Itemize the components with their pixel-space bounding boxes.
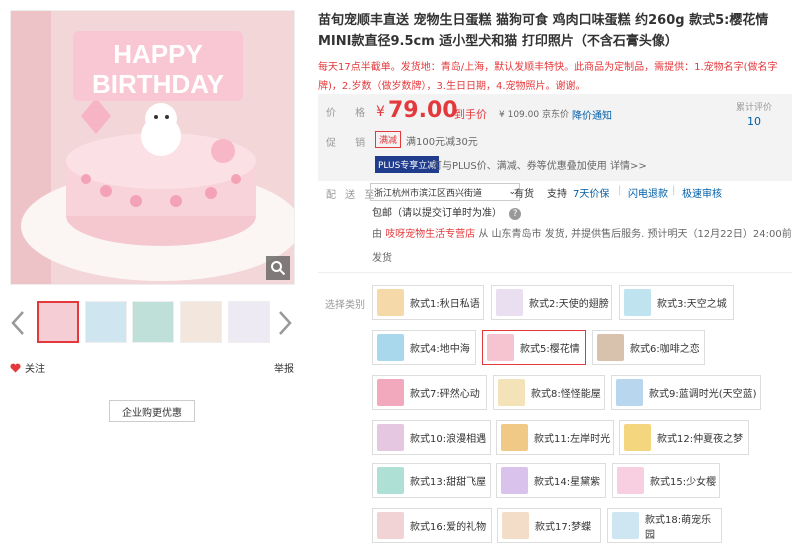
follow-label: 关注 [25, 364, 45, 375]
topper-text-line2: BIRTHDAY [92, 69, 224, 99]
cake-image: HAPPY BIRTHDAY [11, 11, 294, 284]
enterprise-purchase-button[interactable]: 企业购更优惠 [109, 400, 195, 422]
service-price-protect[interactable]: 7天价保 [573, 185, 609, 200]
shop-link[interactable]: 吱呀宠物生活专营店 [385, 229, 475, 240]
promo-notice: 每天17点半截单。发货地：青岛/上海，默认发顺丰特快。此商品为定制品，需提供：1… [318, 62, 778, 92]
variant-thumb-icon [496, 289, 523, 316]
variant-option-6[interactable]: 款式6:咖啡之恋 [592, 330, 705, 365]
variant-option-4[interactable]: 款式4:地中海 [372, 330, 476, 365]
variant-thumb-icon [502, 512, 529, 539]
plus-discount-tag: PLUS专享立减 [375, 156, 440, 173]
variant-option-7[interactable]: 款式7:砰然心动 [372, 375, 487, 410]
support-label: 支持 [547, 189, 567, 200]
thumbnail-5[interactable] [228, 301, 270, 343]
thumbnail-2[interactable] [85, 301, 127, 343]
topper-text-line1: HAPPY [113, 39, 203, 69]
variant-thumb-icon [487, 334, 514, 361]
variant-option-11[interactable]: 款式11:左岸时光 [496, 420, 614, 455]
variant-option-1[interactable]: 款式1:秋日私语 [372, 285, 484, 320]
product-title: 苗旬宠顺丰直送 宠物生日蛋糕 猫狗可食 鸡肉口味蛋糕 约260g 款式5:樱花情… [318, 13, 769, 49]
variant-thumb-icon [377, 467, 404, 494]
discount-text: 满100元减30元 [406, 137, 478, 148]
address-select[interactable]: 浙江杭州市滨江区西兴街道 ⌄ [370, 183, 520, 201]
variant-option-5[interactable]: 款式5:樱花情 [482, 330, 586, 365]
price-label: 价 格 [326, 108, 374, 119]
prev-arrow-icon[interactable] [10, 310, 26, 336]
variant-thumb-icon [617, 467, 644, 494]
discount-tag: 满减 [375, 131, 402, 148]
variant-thumb-icon [498, 379, 525, 406]
variant-thumb-icon [377, 379, 404, 406]
variant-thumb-icon [377, 334, 404, 361]
next-arrow-icon[interactable] [277, 310, 293, 336]
promotion-label: 促 销 [326, 138, 374, 149]
variant-thumb-icon [624, 289, 651, 316]
shop-ship-info: 由 吱呀宠物生活专营店 从 山东青岛市 发货, 并提供售后服务. 预计明天（12… [372, 229, 792, 264]
final-price: 79.00 [388, 98, 458, 123]
service-fast-review[interactable]: 极速审核 [682, 185, 722, 200]
thumbnail-3[interactable] [132, 301, 174, 343]
variant-thumb-icon [501, 424, 528, 451]
shipping-info: 包邮（请以提交订单时为准） ? [372, 204, 522, 220]
currency-symbol: ¥ [376, 104, 385, 120]
help-icon[interactable]: ? [509, 208, 522, 220]
thumbnail-1[interactable] [37, 301, 79, 343]
zoom-icon[interactable] [266, 256, 290, 280]
variant-option-3[interactable]: 款式3:天空之城 [619, 285, 734, 320]
report-link[interactable]: 举报 [274, 360, 294, 375]
plus-discount-text: 可与PLUS价、满减、券等优惠叠加使用 详情>> [432, 161, 647, 172]
heart-icon [10, 363, 21, 373]
variant-thumb-icon [377, 512, 404, 539]
price-drop-notify-link[interactable]: 降价通知 [572, 107, 612, 122]
main-product-image[interactable]: HAPPY BIRTHDAY [10, 10, 295, 285]
delivery-row: 配 送 至 浙江杭州市滨江区西兴街道 ⌄ 有货 支持 7天价保 | 闪电退款 |… [326, 183, 722, 201]
review-count[interactable]: 累计评价 10 [722, 100, 786, 128]
variant-thumb-icon [624, 424, 651, 451]
variant-thumb-icon [377, 289, 404, 316]
variant-option-9[interactable]: 款式9:蓝调时光(天空蓝) [611, 375, 761, 410]
variant-option-14[interactable]: 款式14:星黛紫 [496, 463, 606, 498]
final-price-label: 到手价 [454, 108, 487, 121]
variant-option-8[interactable]: 款式8:怪怪能屋 [493, 375, 605, 410]
variant-thumb-icon [501, 467, 528, 494]
jd-price: ¥ 109.00 京东价 [499, 110, 569, 120]
variant-label: 选择类别 [325, 300, 365, 311]
stock-status: 有货 [514, 189, 534, 200]
variant-thumb-icon [612, 512, 639, 539]
variant-option-10[interactable]: 款式10:浪漫相遇 [372, 420, 491, 455]
thumbnail-strip [10, 300, 295, 346]
variant-option-17[interactable]: 款式17:梦蝶 [497, 508, 601, 543]
variant-option-12[interactable]: 款式12:仲夏夜之梦 [619, 420, 749, 455]
variant-option-15[interactable]: 款式15:少女樱 [612, 463, 720, 498]
variant-option-2[interactable]: 款式2:天使的翅膀 [491, 285, 612, 320]
follow-button[interactable]: 关注 [10, 360, 45, 375]
variant-option-18[interactable]: 款式18:萌宠乐园 [607, 508, 722, 543]
service-fast-refund[interactable]: 闪电退款 [628, 185, 668, 200]
variant-option-16[interactable]: 款式16:爱的礼物 [372, 508, 492, 543]
variant-thumb-icon [377, 424, 404, 451]
variant-thumb-icon [616, 379, 643, 406]
thumbnail-4[interactable] [180, 301, 222, 343]
promotion-detail-link[interactable]: 详情>> [610, 161, 647, 172]
variant-option-13[interactable]: 款式13:甜甜飞屋 [372, 463, 491, 498]
variant-thumb-icon [597, 334, 624, 361]
section-divider [318, 272, 792, 273]
price-summary: 价 格 ¥ 79.00 到手价 ¥ 109.00 京东价 降价通知 累计评价 10… [318, 94, 792, 181]
